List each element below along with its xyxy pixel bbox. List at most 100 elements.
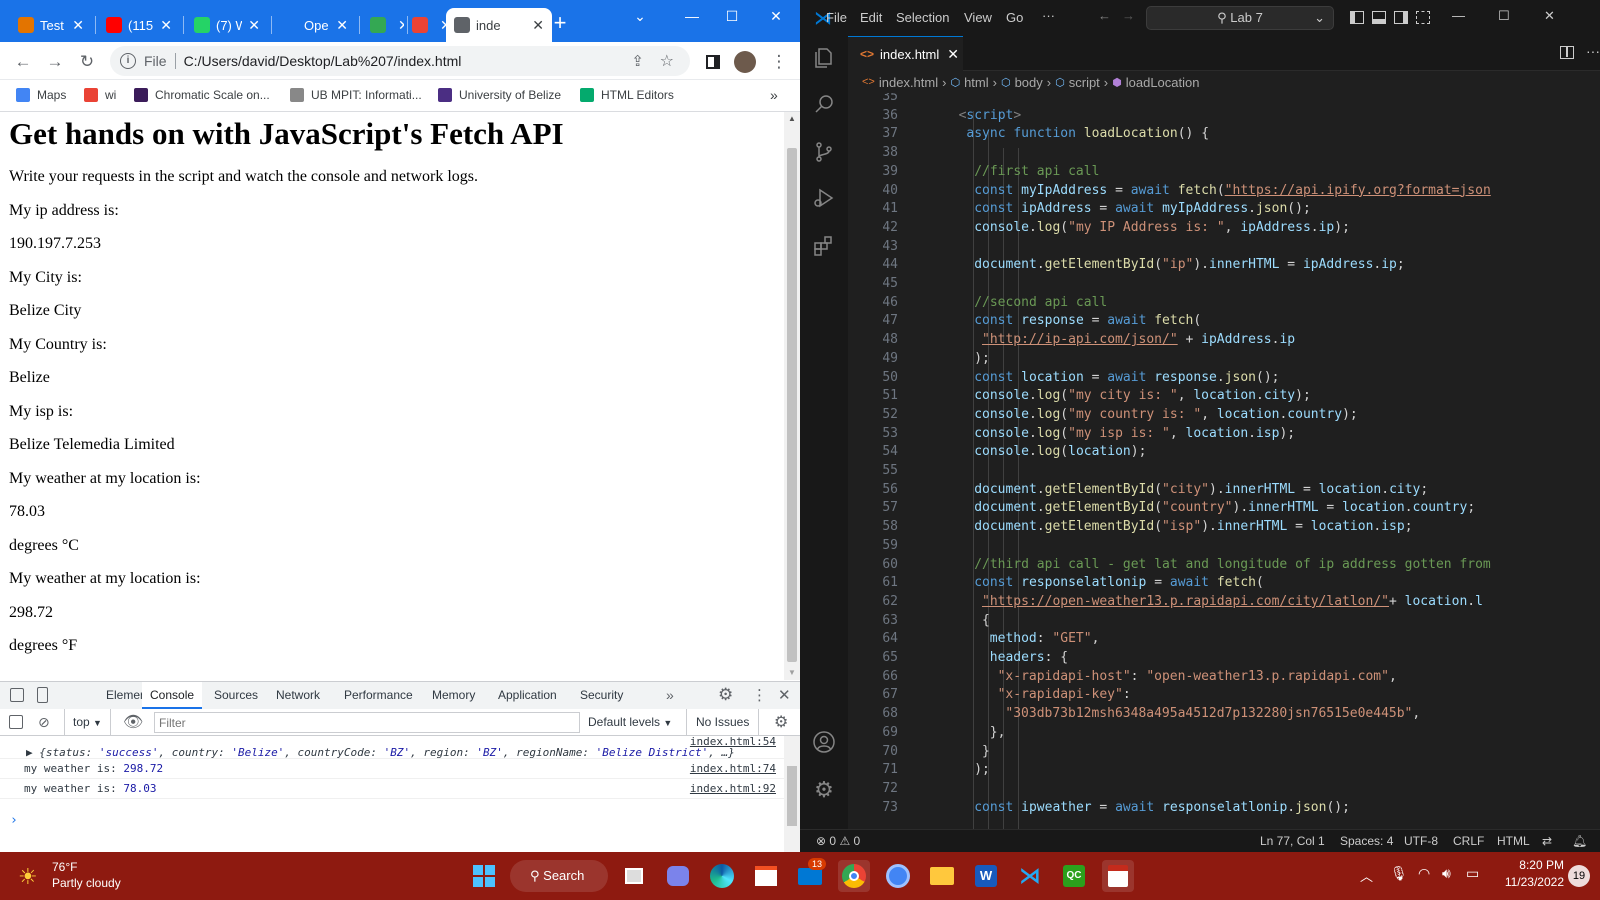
bookmark-item[interactable]: Maps: [16, 88, 66, 102]
code-line[interactable]: const ipAddress = await myIpAddress.json…: [974, 201, 1311, 216]
site-info-icon[interactable]: i: [120, 53, 136, 69]
live-expression-eye-icon[interactable]: 👁: [123, 712, 143, 732]
code-line[interactable]: //third api call - get lat and longitude…: [974, 557, 1491, 572]
accounts-icon[interactable]: [812, 730, 836, 754]
tab-close-icon[interactable]: ✕: [72, 17, 84, 34]
edge-icon[interactable]: [706, 860, 738, 892]
tab-close-icon[interactable]: ✕: [248, 17, 260, 34]
tab-search-icon[interactable]: ⌄: [628, 6, 652, 26]
browser-tab-0[interactable]: Test ✕: [10, 8, 92, 42]
code-line[interactable]: headers: {: [990, 650, 1068, 665]
devtools-more-tabs[interactable]: »: [666, 687, 674, 703]
store-icon[interactable]: [750, 860, 782, 892]
devtools-menu-icon[interactable]: ⋮: [752, 686, 767, 704]
breadcrumb-item[interactable]: script: [1069, 75, 1100, 90]
customize-layout-icon[interactable]: [1416, 11, 1430, 24]
taskbar-search[interactable]: ⚲ Search: [510, 860, 608, 892]
console-log-row[interactable]: index.html:54 ▶ {status: 'success', count…: [0, 735, 784, 759]
code-line[interactable]: document.getElementById("isp").innerHTML…: [974, 519, 1412, 534]
code-line[interactable]: method: "GET",: [990, 631, 1100, 646]
bookmark-item[interactable]: UB MPIT: Informati...: [290, 88, 422, 102]
vscode-minimize-icon[interactable]: —: [1452, 8, 1465, 23]
indentation[interactable]: Spaces: 4: [1340, 834, 1393, 848]
console-log-row[interactable]: index.html:74 my weather is: 298.72: [0, 759, 784, 779]
show-hidden-icons[interactable]: ︿: [1360, 866, 1373, 885]
vscode-close-icon[interactable]: ✕: [1544, 8, 1555, 24]
code-line[interactable]: "303db73b12msh6348a495a4512d7p132280jsn7…: [1005, 706, 1420, 721]
layout-toggle-panel-icon[interactable]: [1372, 11, 1386, 24]
devtools-tab-sources[interactable]: Sources: [206, 682, 266, 709]
devtools-tab-memory[interactable]: Memory: [424, 682, 483, 709]
code-line[interactable]: //first api call: [974, 164, 1099, 179]
extensions-icon[interactable]: [812, 234, 836, 258]
menu-edit[interactable]: Edit: [860, 10, 882, 25]
code-line[interactable]: }: [982, 744, 990, 759]
clock[interactable]: 8:20 PM 11/23/2022: [1494, 858, 1564, 889]
battery-icon[interactable]: ▭: [1466, 865, 1479, 882]
sidebar-toggle-icon[interactable]: [9, 715, 23, 729]
layout-toggle-sidebar-icon[interactable]: [1350, 11, 1364, 24]
breadcrumb-item[interactable]: index.html: [879, 75, 938, 90]
menu-view[interactable]: View: [964, 10, 992, 25]
console-filter-input[interactable]: [154, 712, 580, 733]
notifications-bell-icon[interactable]: 🔔︎: [1572, 834, 1587, 848]
code-line[interactable]: document.getElementById("ip").innerHTML …: [974, 257, 1405, 272]
menu-go[interactable]: Go: [1006, 10, 1023, 25]
side-panel-icon[interactable]: [702, 51, 724, 73]
tab-close-icon[interactable]: ✕: [532, 17, 544, 34]
code-line[interactable]: const response = await fetch(: [974, 313, 1201, 328]
devtools-tab-security[interactable]: Security: [572, 682, 631, 709]
page-scrollbar[interactable]: ▲ ▼: [784, 112, 800, 680]
code-line[interactable]: const responselatlonip = await fetch(: [974, 575, 1264, 590]
new-tab-button[interactable]: +: [548, 10, 572, 36]
menu-kebab-icon[interactable]: ⋮: [768, 51, 790, 73]
code-line[interactable]: },: [990, 725, 1006, 740]
console-prompt[interactable]: ›: [10, 813, 18, 828]
forward-icon[interactable]: →: [44, 51, 66, 73]
code-line[interactable]: {: [982, 613, 990, 628]
vscode-taskbar-icon[interactable]: ⋊: [1014, 860, 1046, 892]
manage-gear-icon[interactable]: ⚙: [812, 778, 836, 802]
editor-more-actions[interactable]: ···: [1586, 43, 1600, 59]
device-toolbar-icon[interactable]: [37, 687, 48, 703]
code-line[interactable]: document.getElementById("country").inner…: [974, 500, 1475, 515]
breadcrumb-item[interactable]: body: [1015, 75, 1043, 90]
teams-chat-icon[interactable]: [662, 860, 694, 892]
code-line[interactable]: const ipweather = await responselatlonip…: [974, 800, 1350, 815]
qc-app-icon[interactable]: QC: [1058, 860, 1090, 892]
breadcrumb-item[interactable]: html: [964, 75, 989, 90]
bookmark-item[interactable]: Chromatic Scale on...: [134, 88, 270, 102]
context-selector[interactable]: top ▼: [64, 709, 111, 735]
tab-close-icon[interactable]: ✕: [336, 17, 348, 34]
split-editor-icon[interactable]: [1560, 46, 1574, 59]
command-center-search[interactable]: ⚲ Lab 7 ⌄: [1146, 6, 1334, 30]
bookmark-item[interactable]: University of Belize: [438, 88, 561, 102]
menu-overflow[interactable]: ···: [1042, 8, 1055, 23]
bookmarks-more-button[interactable]: »: [770, 87, 778, 103]
console-log-row[interactable]: index.html:92 my weather is: 78.03: [0, 779, 784, 799]
chrome-taskbar-icon[interactable]: [838, 860, 870, 892]
tab-close-icon[interactable]: ✕: [160, 17, 172, 34]
code-line[interactable]: "x-rapidapi-host": "open-weather13.p.rap…: [998, 669, 1397, 684]
console-log-source[interactable]: index.html:92: [690, 782, 776, 795]
line-endings[interactable]: CRLF: [1453, 834, 1484, 848]
browser-tab-4[interactable]: ✕: [362, 8, 404, 42]
bookmark-item[interactable]: HTML Editors: [580, 88, 674, 102]
code-line[interactable]: async function loadLocation() {: [966, 126, 1209, 141]
chrome-profile-taskbar-icon[interactable]: [882, 860, 914, 892]
share-icon[interactable]: ⇪: [631, 52, 644, 70]
search-view-icon[interactable]: [812, 92, 836, 116]
scroll-up-arrow[interactable]: ▲: [788, 114, 796, 123]
browser-tab-1[interactable]: (115 ✕: [98, 8, 180, 42]
volume-icon[interactable]: 🔊︎: [1442, 865, 1451, 882]
start-button[interactable]: [468, 860, 500, 892]
editor-tab-index-html[interactable]: <> index.html ✕: [848, 36, 963, 71]
devtools-tab-console[interactable]: Console: [142, 682, 203, 709]
console-log-source[interactable]: index.html:74: [690, 762, 776, 775]
reload-icon[interactable]: ↻: [76, 51, 98, 73]
scroll-down-arrow[interactable]: ▼: [788, 668, 796, 677]
close-window-icon[interactable]: ✕: [764, 6, 788, 26]
minimize-icon[interactable]: —: [680, 6, 704, 26]
word-icon[interactable]: W: [970, 860, 1002, 892]
devtools-tab-application[interactable]: Application: [490, 682, 565, 709]
